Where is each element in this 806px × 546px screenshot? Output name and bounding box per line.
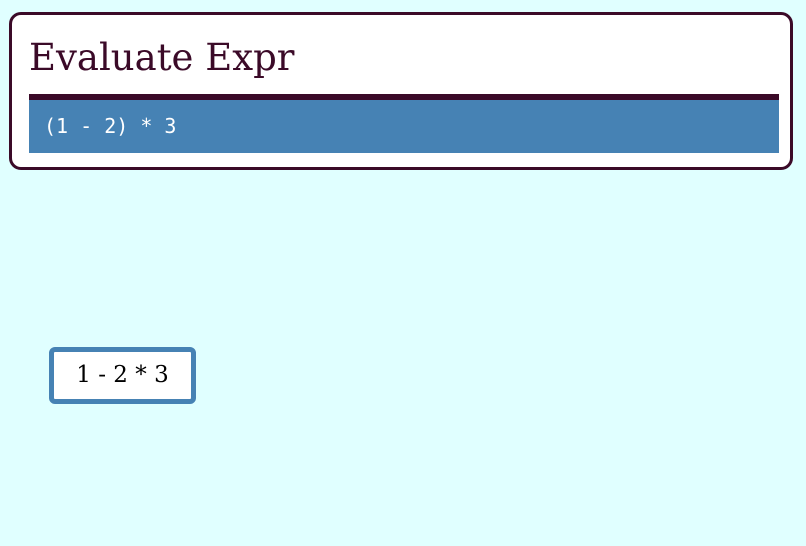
task-card: Evaluate Expr (1 - 2) * 3: [9, 12, 793, 170]
task-title: Evaluate Expr: [29, 36, 295, 79]
expression-display[interactable]: (1 - 2) * 3: [29, 94, 779, 153]
expression-option-button[interactable]: 1 - 2 * 3: [49, 347, 196, 404]
